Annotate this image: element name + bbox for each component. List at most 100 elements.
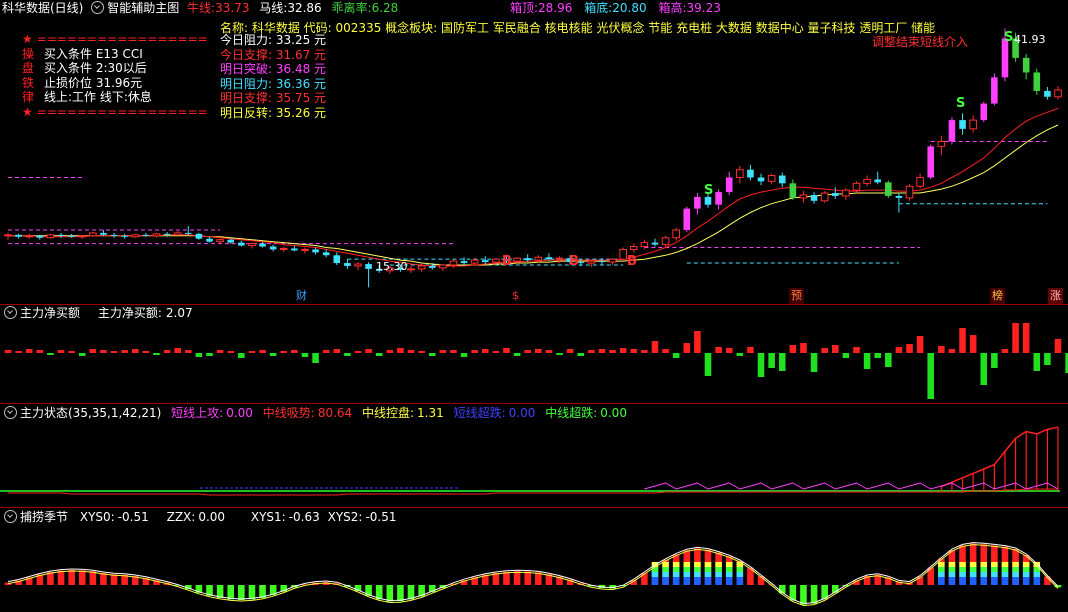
season-bar-green [704,567,712,572]
season-bar-blue [1022,577,1030,585]
netbuy-bar [566,349,574,353]
candle-body [608,258,617,263]
candle-body [937,140,946,147]
chevron-down-icon[interactable] [4,510,17,523]
season-bar-green [715,567,722,572]
netbuy-bar [100,350,107,353]
netbuy-panel-title[interactable]: 主力净买额 主力净买额: 2.07 [4,305,193,321]
netbuy-bar [800,343,807,353]
netbuy-bar [57,350,65,353]
rule-row: 铁止损价位 31.96元 [22,76,208,91]
candle-body [354,263,362,267]
candle-body [142,234,150,236]
candle-body [555,257,564,260]
chevron-down-icon[interactable] [4,406,17,419]
season-bar-blue [651,577,659,585]
sell-signal: S [956,96,966,111]
netbuy-bar [25,349,33,353]
netbuy-bar [969,335,977,353]
status-panel-title[interactable]: 主力状态(35,35,1,42,21) 短线上攻: 0.00 中线吸势: 80.64… [4,405,627,421]
event-marker-bang[interactable]: 榜 [990,288,1005,304]
netbuy-bar [492,351,500,353]
netbuy-bar [672,353,680,358]
candle-body [629,246,638,250]
candle-body [991,77,998,104]
candle-body [725,177,733,193]
netbuy-bar [725,348,733,353]
rule-row: 操买入条件 E13 CCI [22,47,208,62]
candle-body [948,120,956,142]
stock-chart-window: 科华数据(日线) 智能辅助主图 牛线:33.73 马线:32.86 乖离率:6.… [0,0,1068,612]
season-bar [641,573,648,585]
season-bar-blue [704,577,712,585]
season-bar-cyan [725,572,733,577]
netbuy-bar [301,353,309,357]
candle-body [874,179,881,183]
candle-body [279,247,288,250]
rule-tag: 铁 [22,75,35,90]
season-bar-yellow [948,562,956,567]
season-bar-blue [725,577,733,585]
candle-body [545,257,553,260]
field-label: 中线吸势: [262,406,315,420]
netbuy-bar [619,348,627,353]
high-price-label: 41.93 [1014,33,1046,46]
field-value: 80.64 [317,406,353,420]
field-value: 1.31 [417,406,444,420]
candle-body [301,248,309,251]
season-bar-yellow [1022,562,1030,567]
stock-title: 科华数据(日线) [2,1,84,15]
event-marker-yu[interactable]: 预 [789,288,804,304]
season-panel-title[interactable]: 捕捞季节 XYS0: -0.51 ZZX: 0.00 XYS1: -0.63 XYS2… [4,509,397,525]
level-label: 明日支撑: [220,91,273,105]
season-bar-cyan [715,572,722,577]
adjust-note: 调整结束短线介入 [872,35,969,49]
chevron-down-icon[interactable] [4,306,17,319]
netbuy-bar [344,353,351,356]
netbuy-bar [365,349,372,353]
level-value: 36.48 元 [275,62,327,76]
event-marker-dollar[interactable]: $ [510,288,521,304]
netbuy-bar [47,353,54,355]
season-bar [227,585,235,600]
season-bar-yellow [938,562,945,567]
season-bar-green [662,567,669,572]
candle-body [185,232,192,234]
season-bar-blue [938,577,945,585]
xiangdi-value: 20.80 [612,1,647,15]
rule-row: 盘买入条件 2:30以后 [22,61,208,76]
xiangding-label: 箱顶: [510,1,539,15]
netbuy-bar [821,348,828,353]
event-marker-cai[interactable]: 财 [294,288,309,304]
netbuy-bar [174,348,181,353]
season-bar [810,585,818,604]
rule-text: 线上:工作 线下:休息 [44,90,152,104]
season-bar [248,585,256,600]
candle-body [969,119,977,130]
chevron-down-icon[interactable] [91,1,105,14]
event-marker-zhang[interactable]: 涨 [1048,288,1063,304]
netbuy-bar [439,350,447,353]
season-bar-yellow [980,562,988,567]
season-bar-green [694,567,701,572]
candle-body [238,242,245,246]
candle-body [439,264,447,269]
candle-body [619,248,627,260]
season-bar-yellow [991,562,998,567]
season-bar-green [991,567,998,572]
netbuy-bar [1001,349,1009,353]
season-bar-green [1022,567,1030,572]
indicator-name[interactable]: 智能辅助主图 [107,1,179,15]
trading-rules: ★ ================= 操买入条件 E13 CCI 盘买入条件 2… [22,32,208,119]
netbuy-bar [15,351,22,353]
netbuy-bar [269,353,277,356]
candle-body [36,235,44,238]
season-bar-green [948,567,956,572]
rules-separator: ================= [36,32,208,46]
field-value: 0.00 [600,406,627,420]
netbuy-label: 主力净买额: [97,306,162,320]
candle-body [78,235,87,238]
season-bar-cyan [662,572,669,577]
candle-body [460,261,468,264]
season-bar [100,573,107,585]
